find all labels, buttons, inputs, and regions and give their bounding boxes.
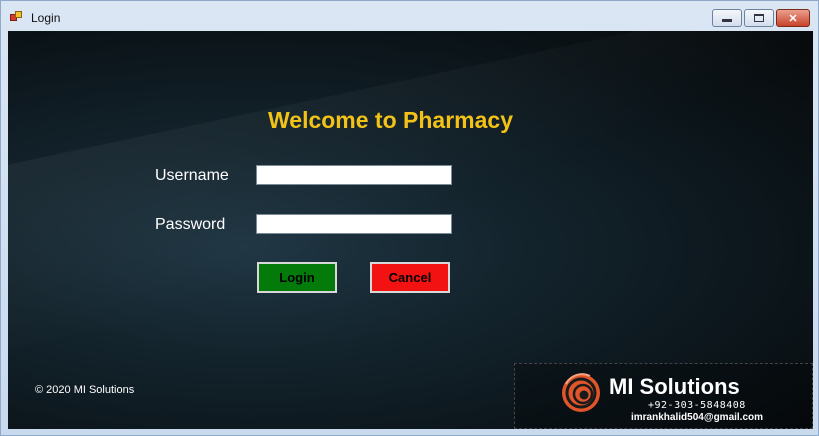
login-window: Login ✕ Welcome to Pharmacy Username Pas…	[0, 0, 819, 436]
close-icon: ✕	[788, 12, 798, 25]
window-title: Login	[31, 11, 61, 25]
brand-phone: +92-303-5848408	[648, 400, 746, 411]
login-button[interactable]: Login	[257, 262, 337, 293]
brand-name: MI Solutions	[609, 374, 740, 399]
brand-banner: MI Solutions +92-303-5848408 imrankhalid…	[514, 363, 813, 429]
username-label: Username	[155, 167, 229, 184]
page-title: Welcome to Pharmacy	[267, 107, 513, 133]
maximize-button[interactable]	[744, 9, 774, 27]
minimize-button[interactable]	[712, 9, 742, 27]
cancel-button[interactable]: Cancel	[370, 262, 450, 293]
background-sheen	[8, 31, 813, 364]
window-controls: ✕	[712, 9, 810, 28]
minimize-icon	[722, 19, 732, 22]
password-label: Password	[155, 216, 226, 233]
brand-email: imrankhalid504@gmail.com	[631, 412, 764, 423]
title-bar[interactable]: Login ✕	[1, 1, 818, 31]
maximize-icon	[754, 14, 764, 22]
username-input[interactable]	[256, 165, 452, 185]
password-input[interactable]	[256, 214, 452, 234]
mi-solutions-logo-icon	[562, 373, 600, 412]
close-button[interactable]: ✕	[776, 9, 810, 27]
copyright-text: © 2020 MI Solutions	[35, 384, 135, 396]
login-form-panel: Welcome to Pharmacy Username Password Lo…	[8, 31, 813, 429]
app-window-icon	[10, 11, 24, 23]
